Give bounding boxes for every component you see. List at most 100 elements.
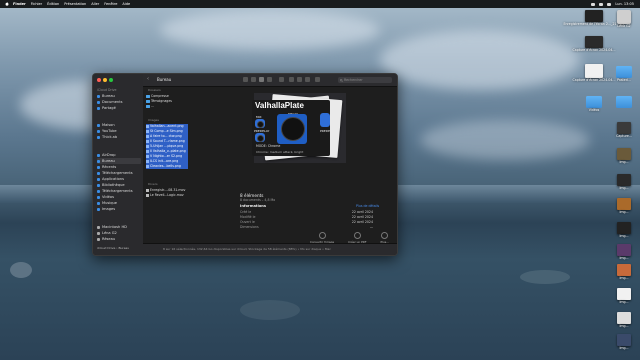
desktop-item-disk[interactable]: Léna G2 (604, 10, 640, 29)
status-text: 8 sur 16 sélectionnés, 132,64 Go disponi… (163, 247, 331, 251)
desktop-item-image[interactable]: Img... (604, 174, 640, 191)
icon-view-button[interactable] (243, 77, 248, 82)
battery-icon[interactable] (599, 2, 604, 6)
image-icon (97, 207, 100, 211)
network-icon (97, 237, 100, 241)
shared-icon (97, 106, 100, 110)
menu-view[interactable]: Présentation (64, 2, 86, 6)
preview-pane: ValhallaPlate MIX DECAY PREDELAY PREDE M… (234, 87, 397, 244)
desktop-item-label: Img... (619, 346, 629, 350)
status-bar: 8 sur 16 sélectionnés, 132,64 Go disponi… (143, 243, 397, 255)
tag-icon[interactable] (297, 77, 302, 82)
gallery-view-button[interactable] (267, 77, 272, 82)
desktop-item-label: Img... (619, 186, 629, 190)
more-icon[interactable] (315, 77, 320, 82)
pdf-icon (353, 232, 361, 239)
desktop-item-image[interactable]: Img... (604, 312, 640, 329)
finder-toolbar: ‹ Bureau Rechercher (143, 74, 397, 87)
desktop-item-folder[interactable]: Pasted... (604, 66, 640, 83)
desktop-item-label: Capture... (616, 134, 632, 138)
menu-clock[interactable]: Lun. 13:05 (615, 2, 634, 6)
desktop-item-label: Img... (619, 210, 629, 214)
right-knob (320, 113, 330, 127)
desktop-item-label: Img... (619, 300, 629, 304)
desktop-icon (97, 159, 100, 163)
image-thumbnail (617, 148, 631, 160)
desktop-item-image[interactable]: Img... (604, 244, 640, 261)
info-row: Dimensions — (240, 225, 373, 229)
airdrop-icon (97, 153, 100, 157)
minimize-button[interactable] (103, 78, 107, 82)
column-empty (189, 87, 235, 243)
desktop-item-label: Img... (619, 234, 629, 238)
share-icon[interactable] (289, 77, 294, 82)
menu-go[interactable]: Aller (91, 2, 99, 6)
list-item-image[interactable]: Valhallan...acent.png (146, 124, 188, 129)
apple-icon[interactable] (5, 2, 9, 6)
sidebar-item-images[interactable]: Images (97, 206, 141, 212)
menu-window[interactable]: Fenêtre (104, 2, 117, 6)
desktop-item-image[interactable]: Img... (604, 288, 640, 305)
menu-bar: Finder Fichier Édition Présentation Alle… (0, 0, 640, 8)
menu-app-name[interactable]: Finder (13, 2, 26, 6)
list-item-folder[interactable]: Témoignages (146, 99, 188, 104)
desktop-item-folder[interactable]: Vidéos (574, 96, 614, 113)
sidebar-item-shared[interactable]: Partagé (97, 105, 141, 111)
menu-file[interactable]: Fichier (31, 2, 42, 6)
menu-help[interactable]: Aide (122, 2, 130, 6)
close-button[interactable] (97, 78, 101, 82)
window-controls (97, 78, 113, 82)
sidebar-item-thickab[interactable]: Thick.ab (97, 134, 141, 140)
list-item-image[interactable]: 5-Uhljan ...pique.png (146, 144, 188, 149)
path-bar: iCloud Drive › Bureau (93, 242, 143, 250)
desktop-item-screenshot[interactable]: Capture d'écran 2024-04... (573, 36, 615, 53)
desktop-item-image[interactable]: Capture... (604, 122, 640, 139)
desktop-item-image[interactable]: Img... (604, 264, 640, 281)
list-item-image[interactable]: Il Valhalla_v..plate.png (146, 149, 188, 154)
list-item-folder[interactable]: ... (146, 104, 188, 109)
desktop-item-image[interactable]: Img... (604, 334, 640, 351)
menu-edit[interactable]: Édition (47, 2, 59, 6)
convert-icon (318, 232, 326, 239)
list-item-image[interactable]: V Nighto...er S2.png (146, 154, 188, 159)
folder-icon (97, 94, 100, 98)
desktop-item-label: Pasted... (617, 78, 631, 82)
folder-icon (97, 129, 100, 133)
list-item-image[interactable]: Il Sound T...rlame.png (146, 139, 188, 144)
back-icon[interactable]: ‹ (147, 77, 152, 82)
list-item-image[interactable]: A faire to... ctor.png (146, 134, 188, 139)
control-center-icon[interactable] (607, 2, 612, 6)
column-view-button[interactable] (259, 77, 264, 82)
group-button[interactable] (279, 77, 284, 82)
ellipsis-icon (381, 232, 389, 239)
screenshot-thumbnail (585, 64, 603, 78)
desktop-item-image[interactable]: Img... (604, 198, 640, 215)
path-text[interactable]: iCloud Drive › Bureau (97, 246, 129, 250)
knob-label: PREDE (320, 129, 330, 133)
image-file-icon (146, 149, 149, 153)
column-header-folders: Dossiers (148, 88, 161, 92)
list-item-video[interactable]: Enregistr...-08.31.mov (146, 188, 188, 193)
list-item-image[interactable]: St Comp...e Slm.png (146, 129, 188, 134)
search-field[interactable]: Rechercher (338, 77, 392, 83)
menu-status-area: Lun. 13:05 (591, 2, 634, 6)
image-thumbnail (617, 122, 631, 134)
desktop-item-image[interactable]: Img... (604, 222, 640, 239)
list-view-button[interactable] (251, 77, 256, 82)
disk-icon (617, 10, 631, 24)
list-item-image[interactable]: ILCS init...ore.png (146, 159, 188, 164)
more-details-link[interactable]: Plus de détails (356, 204, 379, 208)
image-thumbnail (617, 264, 631, 276)
wifi-icon[interactable] (591, 2, 596, 6)
zoom-button[interactable] (109, 78, 113, 82)
list-item-image[interactable]: Cleavies...bells.png (146, 164, 188, 169)
list-item-folder[interactable]: Compresse (146, 94, 188, 99)
image-file-icon (146, 129, 149, 133)
folder-icon (616, 66, 632, 78)
list-item-video[interactable]: Le Reveil...Logic.mov (146, 193, 188, 198)
search-placeholder: Rechercher (344, 78, 363, 82)
image-file-icon (146, 164, 149, 168)
action-menu-icon[interactable] (305, 77, 310, 82)
image-thumbnail (617, 222, 631, 234)
desktop-item-image[interactable]: Img... (604, 148, 640, 165)
